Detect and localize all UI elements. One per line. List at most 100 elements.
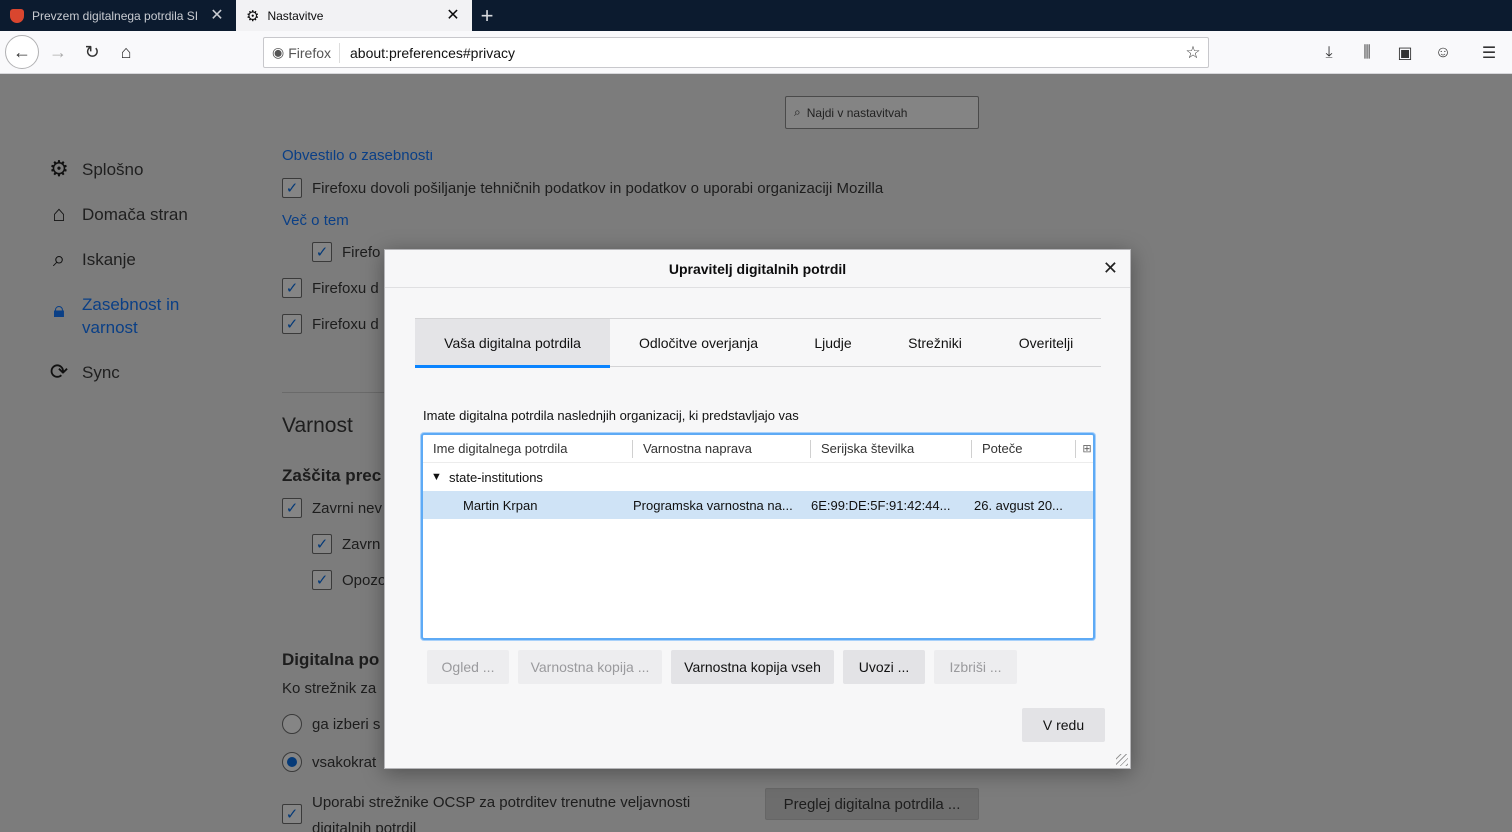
block-dangerous-label: Zavrni nev — [312, 499, 383, 517]
home-button[interactable]: ⌂ — [109, 35, 143, 69]
certificates-question: Ko strežnik za — [282, 680, 377, 697]
sidebar-item-home[interactable]: ⌂ Domača stran — [46, 203, 246, 226]
url-input[interactable]: about:preferences#privacy — [340, 45, 1178, 61]
dialog-header: Upravitelj digitalnih potrdil ✕ — [385, 250, 1130, 288]
resize-grip-icon[interactable] — [1116, 754, 1128, 766]
warn-unwanted-label: Opozo — [342, 571, 387, 589]
reload-icon: ↻ — [84, 41, 100, 62]
shield-icon — [10, 8, 24, 23]
view-button[interactable]: Ogled ... — [427, 650, 509, 684]
radio-ask-every-time[interactable] — [282, 752, 302, 772]
block-downloads-row: ✓ Zavrn — [312, 534, 380, 554]
radio-select-auto[interactable] — [282, 714, 302, 734]
sidebar-item-general[interactable]: ⚙ Splošno — [46, 158, 246, 181]
browser-tab-settings[interactable]: ⚙ Nastavitve ✕ — [236, 0, 472, 31]
new-tab-button[interactable]: + — [472, 0, 502, 31]
tab-people[interactable]: Ljudje — [787, 319, 879, 367]
radio-auto-label: ga izberi s — [312, 715, 381, 733]
option-checkbox[interactable]: ✓ — [282, 314, 302, 334]
tab-strip: Prevzem digitalnega potrdila SI ✕ ⚙ Nast… — [0, 0, 1512, 31]
certificate-actions: Ogled ... Varnostna kopija ... Varnostna… — [427, 650, 1017, 684]
menu-button[interactable]: ☰ — [1472, 36, 1506, 70]
radio-auto-row: ga izberi s — [282, 714, 380, 734]
downloads-button[interactable]: ⤓ — [1312, 36, 1346, 70]
backup-button[interactable]: Varnostna kopija ... — [518, 650, 662, 684]
ocsp-label-line-1: Uporabi strežnike OCSP za potrditev tren… — [312, 794, 691, 811]
browser-tab-certificate-download[interactable]: Prevzem digitalnega potrdila SI ✕ — [0, 0, 236, 31]
tab-authentication-decisions[interactable]: Odločitve overjanja — [610, 319, 787, 367]
sync-icon: ⟳ — [49, 359, 69, 384]
certificate-manager-dialog: Upravitelj digitalnih potrdil ✕ Vaša dig… — [384, 249, 1131, 769]
sidebar-item-label: Domača stran — [82, 205, 188, 224]
tab-title: Prevzem digitalnega potrdila SI — [32, 8, 199, 23]
column-header-device[interactable]: Varnostna naprava — [633, 439, 811, 458]
chevron-down-icon[interactable]: ▼ — [431, 471, 445, 483]
view-certificates-button[interactable]: Preglej digitalna potrdila ... — [765, 788, 979, 820]
cell-name: Martin Krpan — [463, 497, 538, 513]
close-icon[interactable]: ✕ — [1103, 258, 1118, 279]
back-button[interactable]: ← — [5, 35, 39, 69]
table-row[interactable]: Martin Krpan Programska varnostna na... … — [423, 491, 1093, 519]
forward-button[interactable]: → — [41, 35, 75, 69]
tree-group-row[interactable]: ▼ state-institutions — [423, 463, 1093, 491]
backup-all-button[interactable]: Varnostna kopija vseh — [671, 650, 834, 684]
sidebar-icon: ▣ — [1397, 44, 1413, 62]
home-icon: ⌂ — [120, 41, 132, 62]
tab-title: Nastavitve — [267, 8, 324, 23]
lock-icon: 🔒︎ — [53, 297, 65, 322]
ocsp-checkbox[interactable]: ✓ — [282, 804, 302, 824]
arrow-left-icon: ← — [13, 41, 31, 62]
certificate-tree[interactable]: Ime digitalnega potrdila Varnostna napra… — [421, 433, 1095, 640]
tab-your-certificates[interactable]: Vaša digitalna potrdila — [415, 319, 610, 368]
account-button[interactable]: ☺ — [1426, 36, 1460, 70]
tab-authorities[interactable]: Overitelji — [991, 319, 1101, 367]
sub-option-checkbox[interactable]: ✓ — [312, 242, 332, 262]
tree-header: Ime digitalnega potrdila Varnostna napra… — [423, 435, 1093, 463]
cell-expires: 26. avgust 20... — [974, 497, 1063, 513]
close-icon[interactable]: ✕ — [444, 7, 462, 24]
search-icon: ⌕ — [52, 246, 66, 271]
sidebar-button[interactable]: ▣ — [1388, 36, 1422, 70]
sidebar-item-label: Zasebnost in varnost — [82, 295, 180, 337]
home-icon: ⌂ — [52, 201, 66, 226]
library-button[interactable]: ⫼ — [1350, 36, 1384, 70]
sub-option-label: Firefo — [342, 243, 381, 261]
privacy-notice-link[interactable]: Obvestilo o zasebnosti — [282, 150, 433, 164]
column-header-expires[interactable]: Poteče — [972, 439, 1076, 458]
reload-button[interactable]: ↻ — [75, 35, 109, 69]
identity-label: Firefox — [288, 44, 332, 61]
radio-ask-label: vsakokrat — [312, 753, 377, 771]
group-label: state-institutions — [449, 469, 543, 485]
telemetry-checkbox[interactable]: ✓ — [282, 178, 302, 198]
sidebar-item-search[interactable]: ⌕ Iskanje — [46, 248, 246, 271]
close-icon[interactable]: ✕ — [208, 7, 226, 24]
warn-unwanted-checkbox[interactable]: ✓ — [312, 570, 332, 590]
certificates-heading: Digitalna po — [282, 650, 380, 669]
toolbar-right: ⤓ ⫼ ▣ ☺ ☰ — [1312, 31, 1506, 74]
column-picker-icon[interactable]: ⊞ — [1076, 440, 1092, 458]
nav-toolbar: ← → ↻ ⌂ ◉ Firefox about:preferences#priv… — [0, 31, 1512, 74]
cell-device: Programska varnostna na... — [633, 497, 793, 513]
block-downloads-checkbox[interactable]: ✓ — [312, 534, 332, 554]
option-label: Firefoxu d — [312, 315, 379, 333]
column-header-serial[interactable]: Serijska številka — [811, 439, 972, 458]
sidebar-item-privacy[interactable]: 🔒︎ Zasebnost in varnost — [46, 293, 246, 339]
ok-button[interactable]: V redu — [1022, 708, 1105, 742]
identity-box[interactable]: ◉ Firefox — [264, 42, 341, 63]
url-bar[interactable]: ◉ Firefox about:preferences#privacy ☆ — [263, 37, 1209, 68]
telemetry-label: Firefoxu dovoli pošiljanje tehničnih pod… — [312, 179, 884, 197]
block-dangerous-checkbox[interactable]: ✓ — [282, 498, 302, 518]
delete-button[interactable]: Izbriši ... — [934, 650, 1017, 684]
bookmark-star-icon[interactable]: ☆ — [1178, 43, 1208, 63]
ocsp-label: Uporabi strežnike OCSP za potrditev tren… — [312, 790, 690, 832]
column-header-name[interactable]: Ime digitalnega potrdila — [423, 439, 633, 458]
tab-servers[interactable]: Strežniki — [879, 319, 991, 367]
option-row: ✓ Firefoxu d — [282, 278, 379, 298]
sidebar-item-sync[interactable]: ⟳ Sync — [46, 361, 246, 384]
download-icon: ⤓ — [1325, 43, 1333, 61]
learn-more-link[interactable]: Več o tem — [282, 212, 349, 229]
gear-icon: ⚙ — [246, 7, 260, 25]
import-button[interactable]: Uvozi ... — [843, 650, 925, 684]
option-checkbox[interactable]: ✓ — [282, 278, 302, 298]
certificate-tabs: Vaša digitalna potrdila Odločitve overja… — [415, 318, 1101, 368]
